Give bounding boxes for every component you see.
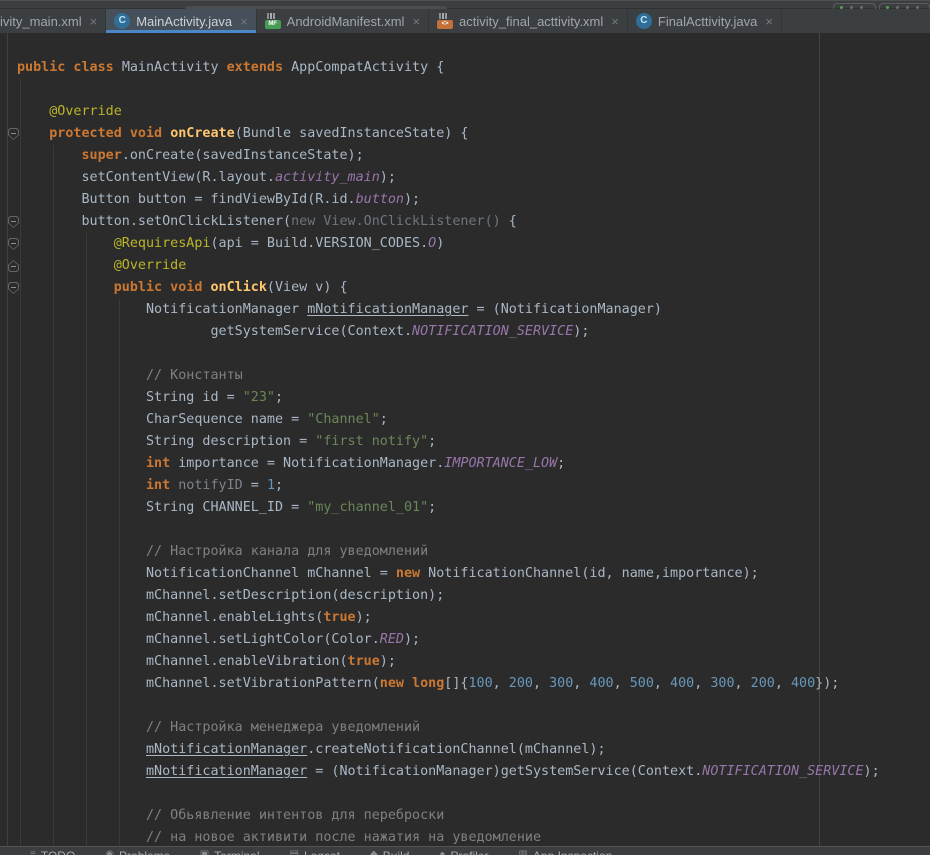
logcat-icon: ▤ [290, 849, 299, 855]
fold-collapse-icon[interactable] [8, 216, 19, 228]
code-line: mNotificationManager = (NotificationMana… [17, 761, 930, 783]
code-line: // Константы [17, 365, 930, 387]
code-line: button.setOnClickListener(new View.OnCli… [17, 211, 930, 233]
code-line [17, 343, 930, 365]
tab-label: FinalActtivity.java [658, 14, 757, 29]
code-line: mChannel.setVibrationPattern(new long[]{… [17, 673, 930, 695]
tab-label: ivity_main.xml [0, 14, 82, 29]
tool-window-label: Profiler [450, 849, 488, 855]
tab-label: activity_final_acttivity.xml [459, 14, 603, 29]
fold-collapse-icon[interactable] [8, 282, 19, 294]
code-line: // Настройка менеджера уведомлений [17, 717, 930, 739]
code-line: @RequiresApi(api = Build.VERSION_CODES.O… [17, 233, 930, 255]
code-line: protected void onCreate(Bundle savedInst… [17, 123, 930, 145]
code-line: @Override [17, 255, 930, 277]
code-line: int notifyID = 1; [17, 475, 930, 497]
tool-window-label: TODO [41, 849, 75, 855]
code-editor[interactable]: public class MainActivity extends AppCom… [0, 33, 930, 855]
main-toolbar-clipped [0, 0, 930, 9]
code-line: @Override [17, 101, 930, 123]
code-line: mChannel.enableVibration(true); [17, 651, 930, 673]
code-line: Button button = findViewById(R.id.button… [17, 189, 930, 211]
tab-label: MainActivity.java [136, 14, 232, 29]
editor-tab-finalacttivity-java[interactable]: C FinalActtivity.java × [628, 9, 782, 33]
java-class-file-icon: C [114, 13, 130, 29]
fold-expand-icon[interactable] [8, 260, 19, 272]
code-line: // Настройка канала для уведомлений [17, 541, 930, 563]
manifest-file-icon: MF [265, 13, 281, 29]
code-line: // Обьявление интентов для переброски [17, 805, 930, 827]
tool-window-button-terminal[interactable]: ▣ Terminal [200, 849, 260, 855]
code-line: super.onCreate(savedInstanceState); [17, 145, 930, 167]
gutter-fold-line [7, 33, 8, 855]
tab-label: AndroidManifest.xml [287, 14, 405, 29]
tool-window-button-problems[interactable]: ◉ Problems [105, 849, 169, 855]
terminal-icon: ▣ [200, 849, 209, 855]
tool-window-label: Terminal [214, 849, 259, 855]
code-line: mNotificationManager.createNotificationC… [17, 739, 930, 761]
editor-tab-ivity-main-xml[interactable]: ivity_main.xml × [0, 9, 106, 33]
tab-close-icon[interactable]: × [240, 15, 248, 28]
tool-window-label: Logcat [304, 849, 340, 855]
code-line: setContentView(R.layout.activity_main); [17, 167, 930, 189]
code-line: String CHANNEL_ID = "my_channel_01"; [17, 497, 930, 519]
code-line: public class MainActivity extends AppCom… [17, 57, 930, 79]
code-line [17, 783, 930, 805]
tab-close-icon[interactable]: × [611, 15, 619, 28]
fold-collapse-icon[interactable] [8, 238, 19, 250]
tool-window-button-todo[interactable]: ≡ TODO [30, 849, 75, 855]
tab-close-icon[interactable]: × [90, 15, 98, 28]
code-line [17, 519, 930, 541]
code-line: NotificationManager mNotificationManager… [17, 299, 930, 321]
build-icon: ◆ [370, 849, 378, 855]
tool-window-label: Problems [119, 849, 170, 855]
app-inspection-icon: ▥ [518, 849, 527, 855]
tab-close-icon[interactable]: × [765, 15, 773, 28]
tool-window-bar: ≡ TODO ◉ Problems ▣ Terminal ▤ Logcat ◆ Build ● Pro… [0, 846, 930, 855]
editor-tabbar: ivity_main.xml × C MainActivity.java × MF Andr… [0, 9, 930, 33]
tool-window-button-profiler[interactable]: ● Profiler [439, 849, 488, 855]
code-line: NotificationChannel mChannel = new Notif… [17, 563, 930, 585]
java-class-file-icon: C [636, 13, 652, 29]
code-line: mChannel.enableLights(true); [17, 607, 930, 629]
editor-tab-mainactivity-java[interactable]: C MainActivity.java × [106, 9, 256, 33]
xml-layout-file-icon: <> [437, 13, 453, 29]
tool-window-buttons: ≡ TODO ◉ Problems ▣ Terminal ▤ Logcat ◆ Build ● Pro… [0, 847, 930, 855]
editor-tab-androidmanifest-xml[interactable]: MF AndroidManifest.xml × [257, 9, 429, 33]
tool-window-button-app-inspection[interactable]: ▥ App Inspection [518, 849, 612, 855]
tool-window-label: Build [383, 849, 410, 855]
todo-icon: ≡ [30, 849, 36, 855]
code-line: CharSequence name = "Channel"; [17, 409, 930, 431]
code-line: getSystemService(Context.NOTIFICATION_SE… [17, 321, 930, 343]
profiler-icon: ● [439, 849, 445, 855]
tool-window-button-build[interactable]: ◆ Build [370, 849, 409, 855]
code-line: String description = "first notify"; [17, 431, 930, 453]
tool-window-button-logcat[interactable]: ▤ Logcat [290, 849, 340, 855]
problems-icon: ◉ [105, 849, 114, 855]
code-line: mChannel.setLightColor(Color.RED); [17, 629, 930, 651]
code-line [17, 79, 930, 101]
code-lines: public class MainActivity extends AppCom… [17, 57, 930, 849]
code-line: String id = "23"; [17, 387, 930, 409]
code-line: public void onClick(View v) { [17, 277, 930, 299]
tab-close-icon[interactable]: × [412, 15, 420, 28]
code-line: int importance = NotificationManager.IMP… [17, 453, 930, 475]
tool-window-label: App Inspection [533, 849, 612, 855]
code-line: mChannel.setDescription(description); [17, 585, 930, 607]
editor-tab-activity-final-acttivity-xml[interactable]: <> activity_final_acttivity.xml × [429, 9, 628, 33]
code-line [17, 695, 930, 717]
fold-collapse-icon[interactable] [8, 128, 19, 140]
